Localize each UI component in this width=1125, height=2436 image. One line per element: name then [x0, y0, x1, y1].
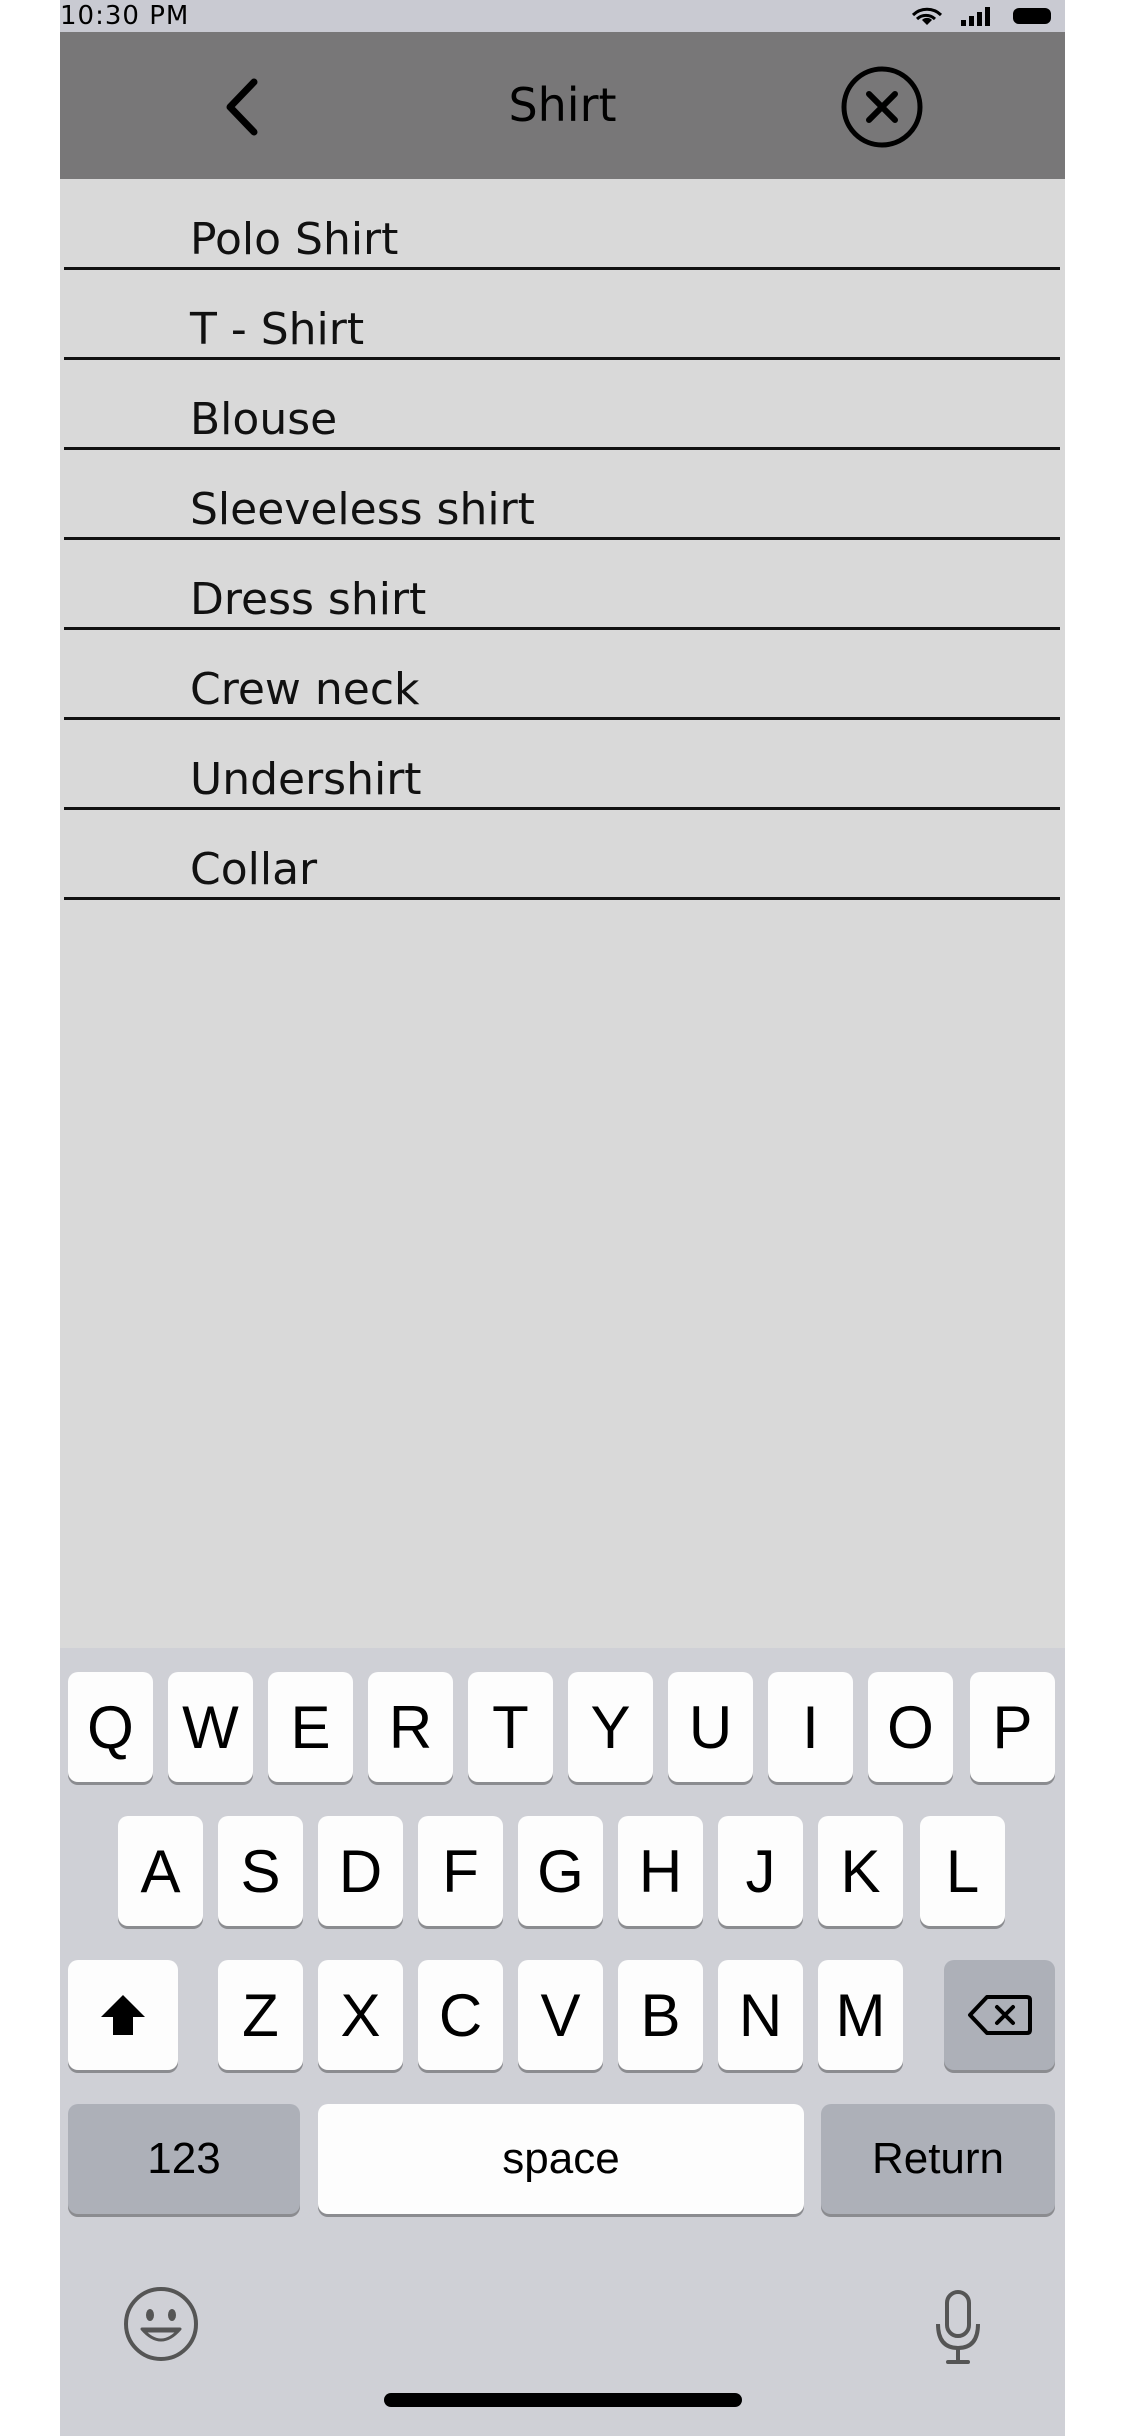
- list-item-sleeveless-shirt[interactable]: Sleeveless shirt: [64, 450, 1060, 540]
- key-b[interactable]: B: [618, 1960, 703, 2070]
- list-item-label: T - Shirt: [190, 304, 365, 355]
- key-j[interactable]: J: [718, 1816, 803, 1926]
- backspace-key[interactable]: [944, 1960, 1055, 2070]
- status-time: 10:30 PM: [60, 1, 190, 31]
- shift-icon: [101, 1995, 145, 2035]
- list-item-t-shirt[interactable]: T - Shirt: [64, 270, 1060, 360]
- list-item-label: Crew neck: [190, 664, 420, 715]
- key-r[interactable]: R: [368, 1672, 453, 1782]
- key-v[interactable]: V: [518, 1960, 603, 2070]
- key-d[interactable]: D: [318, 1816, 403, 1926]
- emoji-icon: [124, 2287, 198, 2361]
- key-u[interactable]: U: [668, 1672, 753, 1782]
- close-button[interactable]: [840, 65, 924, 149]
- key-z[interactable]: Z: [218, 1960, 303, 2070]
- key-c[interactable]: C: [418, 1960, 503, 2070]
- key-a[interactable]: A: [118, 1816, 203, 1926]
- keyboard: Q W E R T Y U I O P A S D F G H J K L Z …: [60, 1648, 1065, 2436]
- key-q[interactable]: Q: [68, 1672, 153, 1782]
- list-item-label: Blouse: [190, 394, 338, 445]
- list-item-blouse[interactable]: Blouse: [64, 360, 1060, 450]
- signal-icon: [961, 7, 990, 26]
- key-f[interactable]: F: [418, 1816, 503, 1926]
- key-g[interactable]: G: [518, 1816, 603, 1926]
- key-h[interactable]: H: [618, 1816, 703, 1926]
- dictation-button[interactable]: [933, 2288, 983, 2368]
- list-item-dress-shirt[interactable]: Dress shirt: [64, 540, 1060, 630]
- shift-key[interactable]: [68, 1960, 178, 2070]
- space-key[interactable]: space: [318, 2104, 804, 2214]
- key-y[interactable]: Y: [568, 1672, 653, 1782]
- key-i[interactable]: I: [768, 1672, 853, 1782]
- phone-screen: 10:30 PM Shirt Polo Shirt T - Shirt Blou…: [60, 0, 1065, 2436]
- back-button[interactable]: [210, 72, 280, 142]
- home-indicator: [384, 2393, 742, 2407]
- microphone-icon: [936, 2290, 980, 2364]
- chevron-left-icon: [226, 78, 258, 136]
- emoji-button[interactable]: [122, 2285, 200, 2363]
- key-k[interactable]: K: [818, 1816, 903, 1926]
- list-item-polo-shirt[interactable]: Polo Shirt: [64, 179, 1060, 270]
- nav-header: Shirt: [60, 32, 1065, 179]
- key-p[interactable]: P: [970, 1672, 1055, 1782]
- battery-icon: [1013, 8, 1051, 24]
- list-item-collar[interactable]: Collar: [64, 810, 1060, 900]
- list-item-label: Polo Shirt: [190, 214, 399, 265]
- key-x[interactable]: X: [318, 1960, 403, 2070]
- list-item-label: Undershirt: [190, 754, 422, 805]
- close-circle-icon: [841, 66, 923, 148]
- backspace-icon: [967, 1995, 1032, 2035]
- list-item-label: Collar: [190, 844, 318, 895]
- key-l[interactable]: L: [920, 1816, 1005, 1926]
- status-icons: [899, 5, 1059, 27]
- key-o[interactable]: O: [868, 1672, 953, 1782]
- status-bar: 10:30 PM: [60, 0, 1065, 32]
- list-item-label: Dress shirt: [190, 574, 427, 625]
- numbers-key[interactable]: 123: [68, 2104, 300, 2214]
- wifi-icon: [911, 7, 943, 25]
- key-n[interactable]: N: [718, 1960, 803, 2070]
- key-w[interactable]: W: [168, 1672, 253, 1782]
- key-e[interactable]: E: [268, 1672, 353, 1782]
- return-key[interactable]: Return: [821, 2104, 1055, 2214]
- list-item-undershirt[interactable]: Undershirt: [64, 720, 1060, 810]
- key-t[interactable]: T: [468, 1672, 553, 1782]
- list-item-crew-neck[interactable]: Crew neck: [64, 630, 1060, 720]
- key-s[interactable]: S: [218, 1816, 303, 1926]
- list-item-label: Sleeveless shirt: [190, 484, 535, 535]
- key-m[interactable]: M: [818, 1960, 903, 2070]
